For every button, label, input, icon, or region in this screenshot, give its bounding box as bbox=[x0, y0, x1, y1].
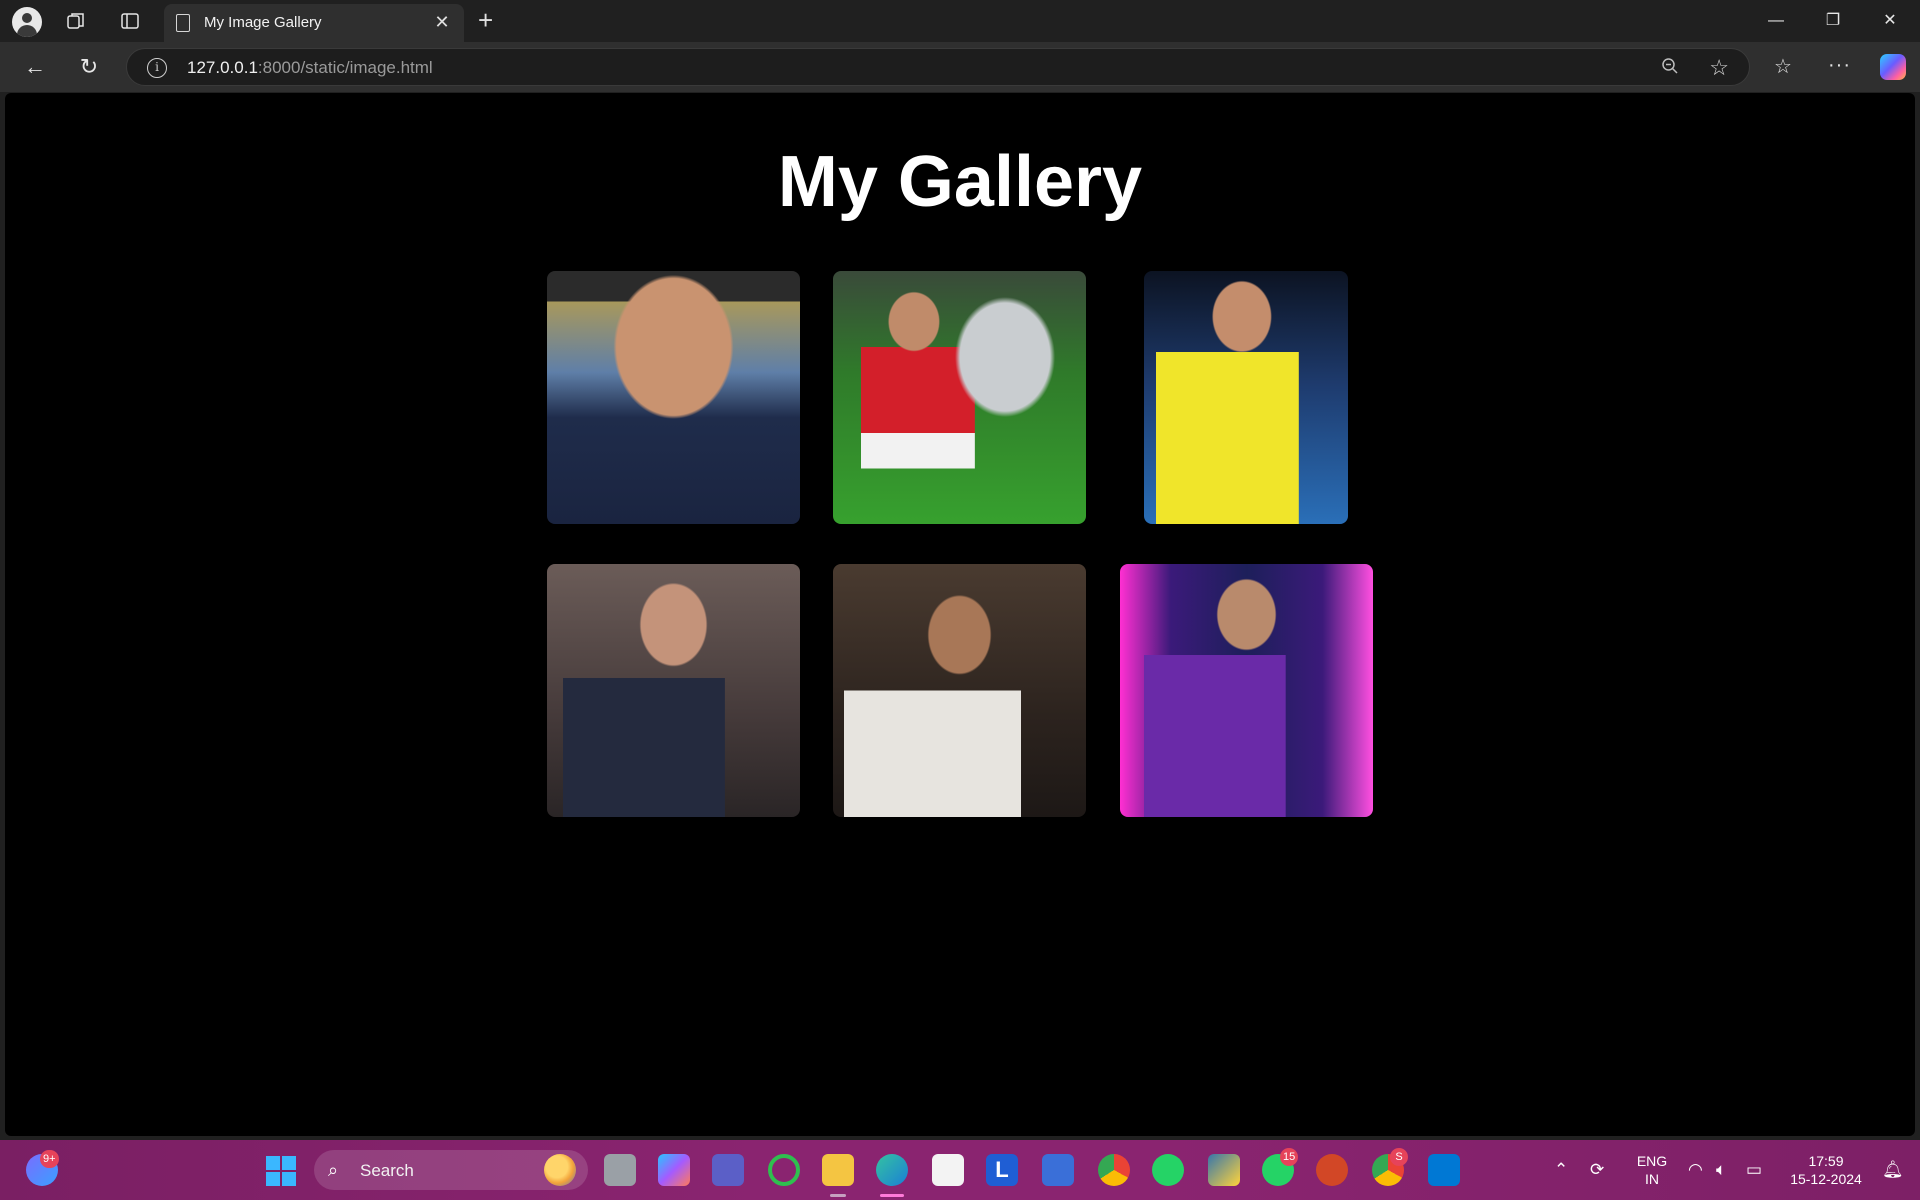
more-options-icon[interactable]: ··· bbox=[1828, 54, 1851, 77]
vscode-icon[interactable] bbox=[1428, 1154, 1460, 1186]
close-window-button[interactable]: ✕ bbox=[1870, 8, 1910, 34]
clock-date: 15-12-2024 bbox=[1790, 1171, 1862, 1187]
search-label: Search bbox=[360, 1161, 414, 1180]
favorites-icon[interactable]: ☆ bbox=[1774, 54, 1792, 79]
site-info-icon[interactable]: i bbox=[147, 58, 167, 78]
zoom-icon[interactable] bbox=[1661, 57, 1679, 80]
start-windows-icon[interactable] bbox=[266, 1156, 296, 1186]
clock[interactable]: 17:59 15-12-2024 bbox=[1782, 1152, 1870, 1188]
wifi-icon[interactable]: ◠ bbox=[1688, 1160, 1703, 1180]
whatsapp-badge: 15 bbox=[1280, 1148, 1299, 1166]
address-bar[interactable]: i 127.0.0.1:8000/static/image.html ☆ bbox=[126, 48, 1750, 86]
restore-button[interactable]: ❐ bbox=[1813, 8, 1853, 34]
weather-icon bbox=[544, 1154, 576, 1186]
search-icon: ⌕ bbox=[328, 1160, 339, 1180]
edge-active-indicator bbox=[880, 1194, 904, 1197]
language-line2: IN bbox=[1645, 1171, 1659, 1187]
gallery-image-1[interactable] bbox=[547, 271, 800, 524]
loading-app-icon[interactable] bbox=[768, 1154, 800, 1186]
browser-titlebar: My Image Gallery ✕ + — ❐ ✕ bbox=[0, 0, 1920, 42]
tab-my-image-gallery[interactable]: My Image Gallery ✕ bbox=[164, 4, 464, 42]
gallery-image-5[interactable] bbox=[833, 564, 1086, 817]
chevron-up-icon[interactable]: ⌃ bbox=[1554, 1160, 1568, 1180]
file-explorer-icon[interactable] bbox=[822, 1154, 854, 1186]
alpha-app-icon[interactable] bbox=[1042, 1154, 1074, 1186]
gallery-image-4[interactable] bbox=[547, 564, 800, 817]
chrome-badge: S bbox=[1390, 1148, 1408, 1166]
clock-time: 17:59 bbox=[1808, 1153, 1844, 1169]
page-icon bbox=[176, 14, 190, 32]
taskbar: 9+ ⌕ Search L 15 S ⌃ ⟳ ENG IN ◠ 🔈︎ ▭ 17:… bbox=[0, 1140, 1920, 1200]
url-host: 127.0.0.1 bbox=[187, 58, 258, 77]
file-explorer-indicator bbox=[830, 1194, 846, 1197]
page-viewport: My Gallery bbox=[5, 93, 1915, 1136]
volume-icon[interactable]: 🔈︎ bbox=[1716, 1160, 1726, 1180]
close-tab-icon[interactable]: ✕ bbox=[432, 12, 452, 32]
teams-icon[interactable] bbox=[712, 1154, 744, 1186]
edge-icon[interactable] bbox=[876, 1154, 908, 1186]
gallery-image-6[interactable] bbox=[1120, 564, 1373, 817]
gallery-image-2[interactable] bbox=[833, 271, 1086, 524]
workspaces-icon[interactable] bbox=[62, 7, 90, 35]
sync-icon[interactable]: ⟳ bbox=[1590, 1160, 1604, 1180]
refresh-icon[interactable]: ↻ bbox=[74, 52, 104, 82]
whatsapp-icon[interactable] bbox=[1152, 1154, 1184, 1186]
language-line1: ENG bbox=[1636, 1153, 1668, 1169]
browser-toolbar: ← ↻ i 127.0.0.1:8000/static/image.html ☆… bbox=[0, 42, 1920, 92]
minimize-button[interactable]: — bbox=[1756, 8, 1796, 34]
chat-badge: 9+ bbox=[40, 1150, 59, 1168]
notification-bell-icon[interactable]: 🔔︎ bbox=[1882, 1160, 1904, 1180]
language-indicator[interactable]: ENG IN bbox=[1632, 1152, 1672, 1188]
chrome-icon[interactable] bbox=[1098, 1154, 1130, 1186]
page-title: My Gallery bbox=[777, 142, 1143, 222]
taskbar-search[interactable]: ⌕ Search bbox=[314, 1150, 588, 1190]
microsoft-store-icon[interactable] bbox=[932, 1154, 964, 1186]
python-icon[interactable] bbox=[1208, 1154, 1240, 1186]
url-path: :8000/static/image.html bbox=[257, 58, 433, 77]
new-tab-button[interactable]: + bbox=[478, 5, 493, 36]
gallery-image-3[interactable] bbox=[1144, 271, 1348, 524]
battery-icon[interactable]: ▭ bbox=[1746, 1160, 1762, 1180]
back-arrow-icon[interactable]: ← bbox=[20, 52, 50, 82]
powerpoint-icon[interactable] bbox=[1316, 1154, 1348, 1186]
l-app-icon[interactable]: L bbox=[986, 1154, 1018, 1186]
tab-title: My Image Gallery bbox=[204, 14, 322, 31]
favorite-star-icon[interactable]: ☆ bbox=[1709, 55, 1729, 81]
profile-avatar-icon[interactable] bbox=[12, 7, 42, 37]
vertical-tabs-icon[interactable] bbox=[116, 7, 144, 35]
copilot-icon[interactable] bbox=[1880, 54, 1906, 80]
task-view-icon[interactable] bbox=[604, 1154, 636, 1186]
url-text[interactable]: 127.0.0.1:8000/static/image.html bbox=[187, 58, 433, 78]
copilot-app-icon[interactable] bbox=[658, 1154, 690, 1186]
